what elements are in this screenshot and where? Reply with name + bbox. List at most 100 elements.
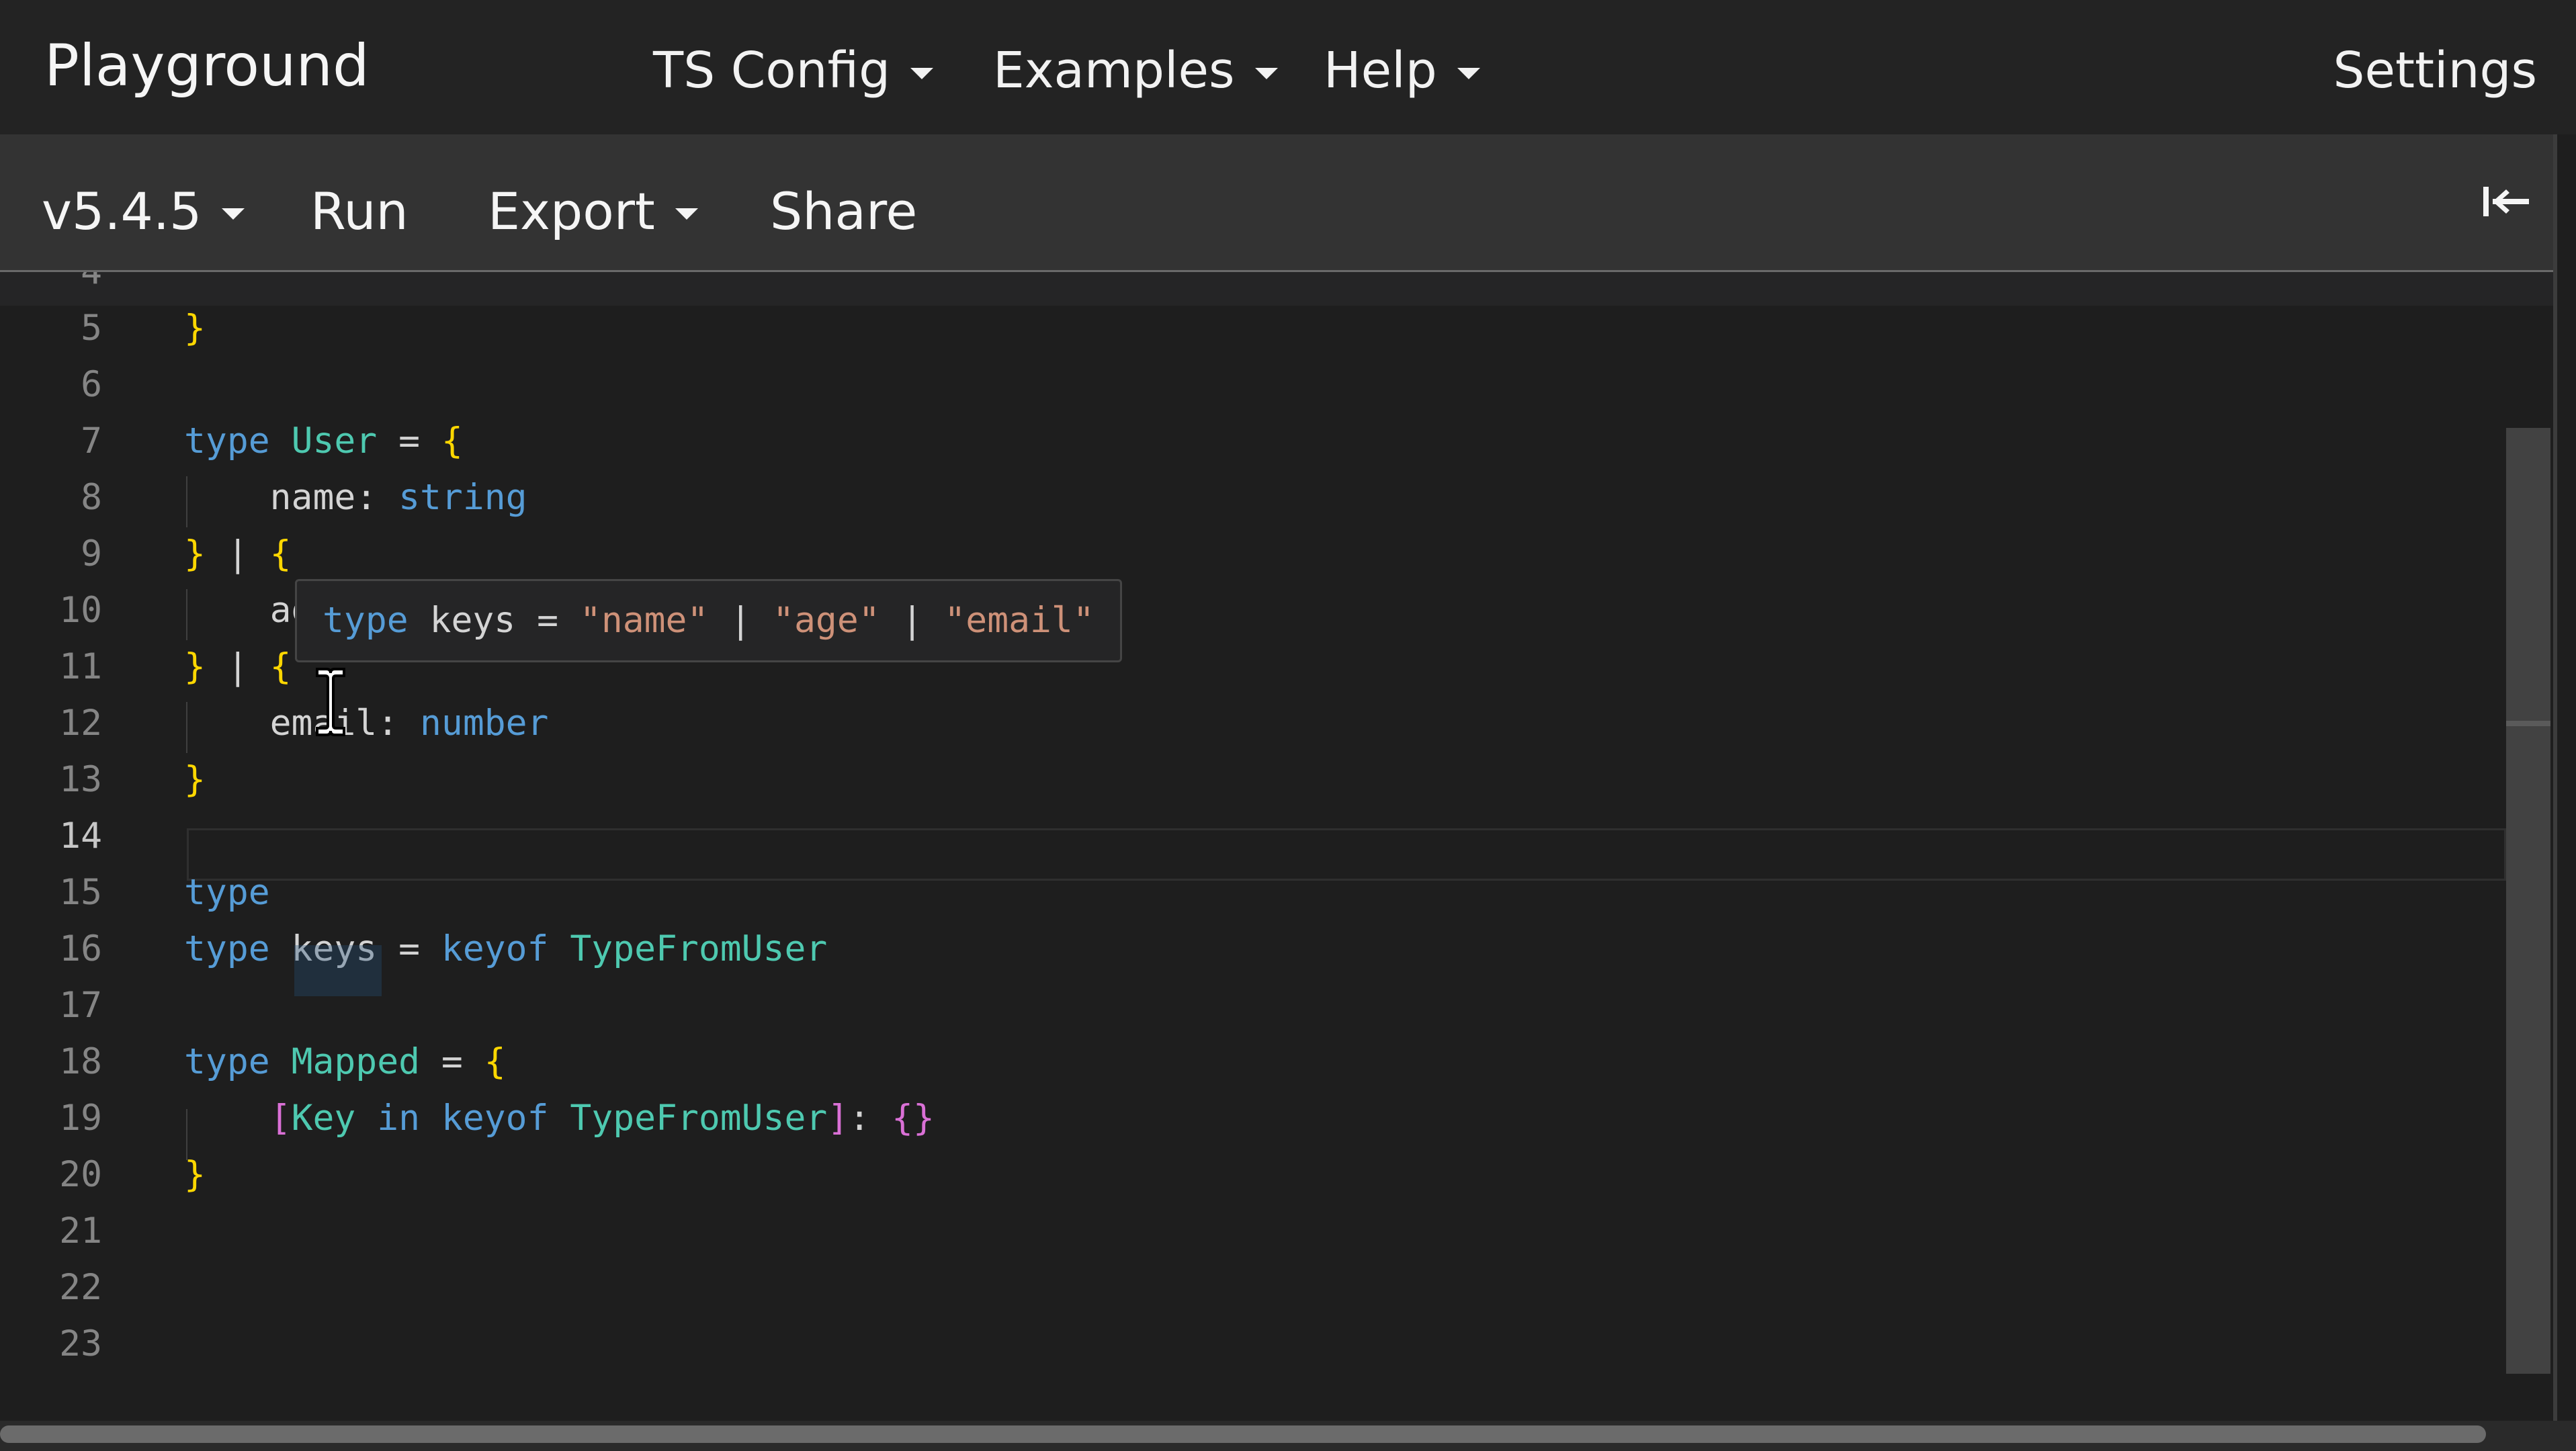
panel-divider[interactable]: [2553, 134, 2557, 1451]
type-hover-tooltip: type keys = "name" | "age" | "email": [295, 579, 1122, 662]
run-button[interactable]: Run: [310, 181, 409, 241]
version-label: v5.4.5: [42, 181, 202, 241]
line-number: 8: [81, 477, 102, 518]
code-token: {: [484, 1041, 506, 1082]
code-token: }: [184, 1154, 206, 1195]
code-token: type: [184, 1041, 270, 1082]
code-token: }: [184, 533, 206, 574]
editor-scroll-shadow: [0, 272, 2553, 306]
code-token: }: [184, 308, 206, 349]
tooltip-token: "name": [579, 600, 709, 641]
code-line[interactable]: } | {: [184, 639, 292, 695]
line-number: 12: [59, 703, 102, 744]
line-number: 21: [59, 1211, 102, 1251]
line-number: 7: [81, 421, 102, 461]
code-token: }: [184, 759, 206, 800]
line-number: 13: [59, 759, 102, 800]
line-number: 5: [81, 308, 102, 349]
collapse-sidebar-icon: [2483, 187, 2529, 216]
code-token: {: [441, 421, 463, 461]
examples-label: Examples: [993, 42, 1235, 99]
code-token: TypeFromUser: [570, 928, 828, 969]
tooltip-token: |: [879, 600, 945, 641]
examples-menu[interactable]: Examples: [993, 42, 1278, 99]
code-line[interactable]: } | {: [184, 526, 292, 582]
code-token: keyof: [441, 928, 549, 969]
code-token: type: [184, 872, 270, 913]
share-label: Share: [770, 181, 918, 241]
line-number: 17: [59, 985, 102, 1026]
code-token: =: [377, 421, 441, 461]
code-token: keyof: [441, 1098, 549, 1139]
run-label: Run: [310, 181, 409, 241]
code-token: :: [849, 1098, 892, 1139]
code-token: =: [420, 1041, 484, 1082]
export-dropdown[interactable]: Export: [488, 181, 698, 241]
code-line[interactable]: name: string: [184, 470, 527, 526]
code-token: [: [269, 1098, 292, 1139]
code-token: type: [184, 928, 270, 969]
hover-word-highlight: [294, 945, 382, 996]
code-token: Key: [291, 1098, 356, 1139]
code-token: }: [184, 646, 206, 687]
brand-title[interactable]: Playground: [44, 32, 370, 99]
share-button[interactable]: Share: [770, 181, 917, 241]
code-line[interactable]: }: [184, 1147, 206, 1203]
line-number: 6: [81, 364, 102, 405]
code-line[interactable]: type: [184, 865, 270, 921]
vertical-scrollbar-thumb[interactable]: [2506, 428, 2550, 1374]
code-line[interactable]: type Mapped = {: [184, 1034, 506, 1090]
horizontal-scrollbar-thumb[interactable]: [0, 1425, 2486, 1443]
tooltip-token: "age": [773, 600, 880, 641]
line-number: 9: [81, 533, 102, 574]
line-number: 22: [59, 1267, 102, 1308]
code-editor[interactable]: 4 5 6 7 8 9 10 11 12 13 14 15 16 17 18 19 20 21 22 23 } typ…: [0, 272, 2553, 1421]
code-token: |: [205, 533, 270, 574]
line-number: 18: [59, 1041, 102, 1082]
top-navigation: Playground TS Config Examples Help Setti…: [0, 0, 2576, 134]
code-line[interactable]: type User = {: [184, 413, 463, 470]
version-dropdown[interactable]: v5.4.5: [42, 181, 245, 241]
code-token: TypeFromUser: [570, 1098, 828, 1139]
tooltip-token: type: [323, 600, 409, 641]
tooltip-token: keys =: [408, 600, 580, 641]
chevron-down-icon: [910, 67, 934, 79]
code-line[interactable]: [Key in keyof TypeFromUser]: {}: [184, 1090, 935, 1147]
code-token: Mapped: [291, 1041, 421, 1082]
code-line[interactable]: }: [184, 752, 206, 808]
code-token: ]: [827, 1098, 849, 1139]
code-token: in: [355, 1098, 441, 1139]
code-token: number: [420, 703, 549, 744]
settings-link[interactable]: Settings: [2333, 42, 2537, 99]
line-number: 11: [59, 646, 102, 687]
code-token: |: [205, 646, 270, 687]
line-number-gutter: 4 5 6 7 8 9 10 11 12 13 14 15 16 17 18 19 20 21 22 23: [0, 272, 134, 1421]
code-line[interactable]: email: number: [184, 695, 549, 752]
tooltip-token: |: [708, 600, 773, 641]
line-number: 15: [59, 872, 102, 913]
line-number: 14: [59, 816, 102, 856]
current-line-highlight: [187, 828, 2506, 881]
line-number: 19: [59, 1098, 102, 1139]
code-token: string: [398, 477, 527, 518]
code-line[interactable]: }: [184, 300, 206, 357]
export-label: Export: [488, 181, 655, 241]
ts-config-menu[interactable]: TS Config: [653, 42, 934, 99]
code-line[interactable]: type keys = keyof TypeFromUser: [184, 921, 827, 977]
chevron-down-icon: [675, 208, 698, 220]
help-menu[interactable]: Help: [1324, 42, 1480, 99]
code-token: {: [269, 646, 292, 687]
chevron-down-icon: [222, 208, 245, 220]
ts-config-label: TS Config: [653, 42, 891, 99]
chevron-down-icon: [1254, 67, 1278, 79]
tooltip-token: "email": [944, 600, 1094, 641]
collapse-sidebar-button[interactable]: [2479, 175, 2533, 228]
line-number: 4: [1, 272, 102, 300]
code-token: {}: [892, 1098, 935, 1139]
editor-toolbar: v5.4.5 Run Export Share: [0, 134, 2553, 272]
